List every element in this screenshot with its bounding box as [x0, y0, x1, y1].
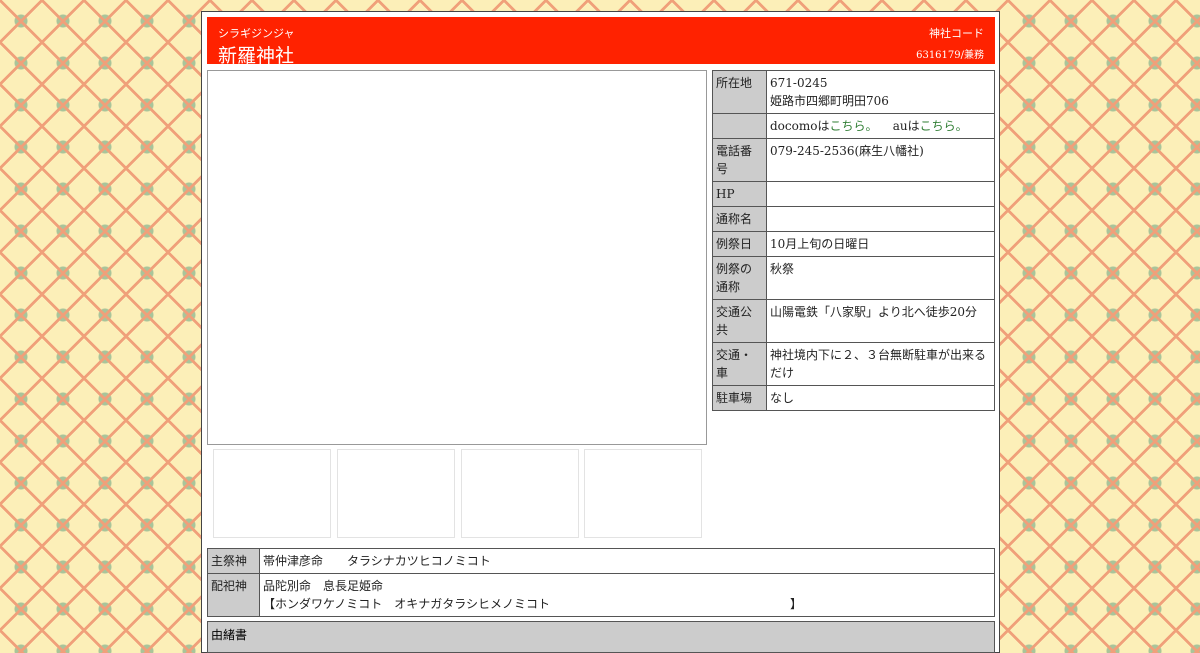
- car-value: 神社境内下に２、３台無断駐車が出来るだけ: [766, 342, 995, 386]
- postal-code: 671-0245: [770, 76, 828, 90]
- enshrined-deity-value: 品陀別命 息長足姫命 【ホンダワケノミコト オキナガタラシヒメノミコト 】: [259, 573, 995, 617]
- au-link[interactable]: こちら。: [920, 119, 968, 133]
- enshrined-deity-label: 配祀神: [207, 573, 260, 617]
- info-row-parking: 駐車場 なし: [712, 385, 995, 411]
- address-label: 所在地: [712, 70, 767, 114]
- deity-row-main: 主祭神 帯仲津彦命 タラシナカツヒコノミコト: [207, 548, 995, 574]
- transit-value: 山陽電鉄「八家駅」より北へ徒歩20分: [766, 299, 995, 343]
- history-label: 由緒書: [211, 628, 248, 642]
- docomo-text: docomoは: [770, 119, 830, 133]
- festival-alias-label: 例祭の通称: [712, 256, 767, 300]
- mobile-label: [712, 113, 767, 139]
- info-row-festival: 例祭日 10月上旬の日曜日: [712, 231, 995, 257]
- shrine-name: 新羅神社: [218, 45, 295, 67]
- address-text: 姫路市四郷町明田706: [770, 94, 889, 108]
- info-row-hp: HP: [712, 181, 995, 207]
- alias-label: 通称名: [712, 206, 767, 232]
- phone-label: 電話番号: [712, 138, 767, 182]
- info-row-festival-alias: 例祭の通称 秋祭: [712, 256, 995, 300]
- info-row-phone: 電話番号 079-245-2536(麻生八幡社): [712, 138, 995, 182]
- shrine-info-table: 所在地 671-0245 姫路市四郷町明田706 docomoはこちら。 auは…: [712, 70, 995, 411]
- info-row-alias: 通称名: [712, 206, 995, 232]
- hp-value: [766, 181, 995, 207]
- hp-label: HP: [712, 181, 767, 207]
- festival-alias-value: 秋祭: [766, 256, 995, 300]
- main-deity-value: 帯仲津彦命 タラシナカツヒコノミコト: [259, 548, 995, 574]
- car-label: 交通・車: [712, 342, 767, 386]
- festival-value: 10月上旬の日曜日: [766, 231, 995, 257]
- shrine-header: シラギジンジャ 新羅神社 神社コード 6316179/兼務: [207, 17, 995, 67]
- deity-table: 主祭神 帯仲津彦命 タラシナカツヒコノミコト 配祀神 品陀別命 息長足姫命 【ホ…: [207, 548, 995, 617]
- parking-label: 駐車場: [712, 385, 767, 411]
- info-row-address: 所在地 671-0245 姫路市四郷町明田706: [712, 70, 995, 114]
- festival-label: 例祭日: [712, 231, 767, 257]
- alias-value: [766, 206, 995, 232]
- shrine-name-kana: シラギジンジャ: [218, 27, 295, 40]
- thumbnail-1[interactable]: [213, 449, 331, 538]
- docomo-link[interactable]: こちら。: [829, 119, 877, 133]
- address-value: 671-0245 姫路市四郷町明田706: [766, 70, 995, 114]
- main-photo: [207, 70, 707, 445]
- info-row-mobile: docomoはこちら。 auはこちら。: [712, 113, 995, 139]
- deity-row-enshrined: 配祀神 品陀別命 息長足姫命 【ホンダワケノミコト オキナガタラシヒメノミコト …: [207, 573, 995, 617]
- main-deity-label: 主祭神: [207, 548, 260, 574]
- shrine-page: シラギジンジャ 新羅神社 神社コード 6316179/兼務 所在地 671-02…: [201, 11, 1000, 653]
- thumbnail-2[interactable]: [337, 449, 455, 538]
- enshrined-line-1: 品陀別命 息長足姫命: [263, 579, 384, 593]
- info-row-transit: 交通公共 山陽電鉄「八家駅」より北へ徒歩20分: [712, 299, 995, 343]
- shrine-code-value: 6316179/兼務: [916, 50, 984, 61]
- info-row-car: 交通・車 神社境内下に２、３台無断駐車が出来るだけ: [712, 342, 995, 386]
- shrine-code-label: 神社コード: [929, 27, 984, 40]
- parking-value: なし: [766, 385, 995, 411]
- enshrined-line-2: 【ホンダワケノミコト オキナガタラシヒメノミコト 】: [263, 597, 803, 611]
- history-section-header: 由緒書: [207, 621, 995, 653]
- thumbnail-4[interactable]: [584, 449, 702, 538]
- phone-value: 079-245-2536(麻生八幡社): [766, 138, 995, 182]
- transit-label: 交通公共: [712, 299, 767, 343]
- thumbnail-3[interactable]: [461, 449, 579, 538]
- mobile-links: docomoはこちら。 auはこちら。: [766, 113, 995, 139]
- au-text: auは: [892, 119, 920, 133]
